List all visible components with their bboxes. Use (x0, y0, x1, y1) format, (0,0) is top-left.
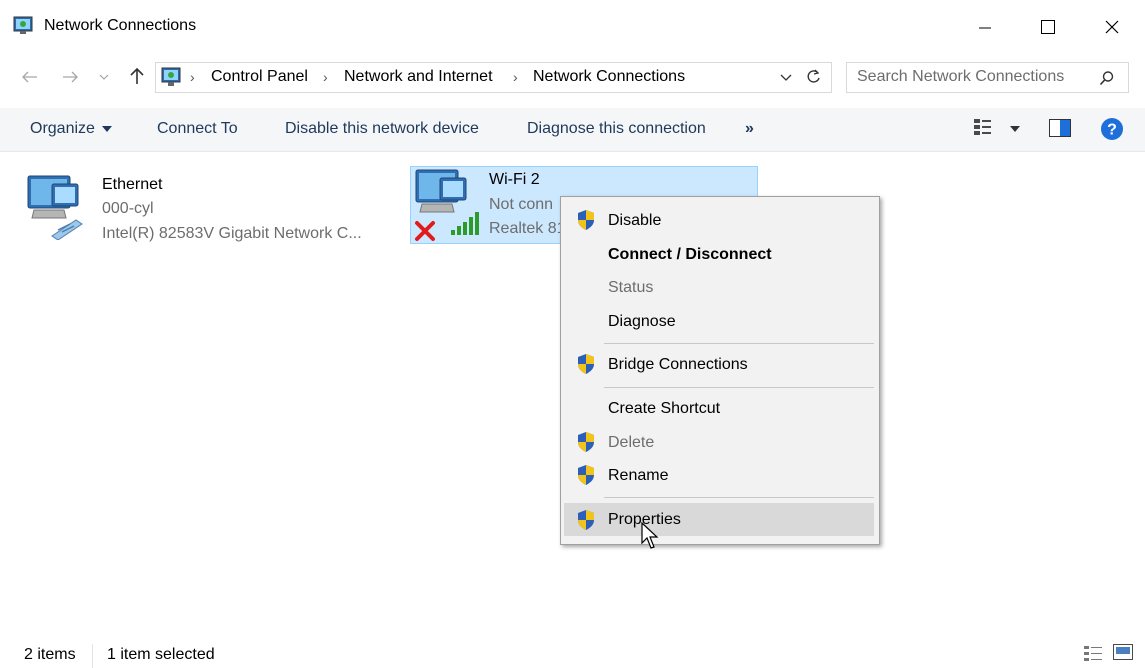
mouse-cursor-icon (641, 522, 659, 549)
forward-arrow-icon[interactable] (62, 70, 80, 84)
change-view-icon[interactable] (973, 118, 993, 138)
large-icons-view-icon[interactable] (1113, 644, 1133, 661)
menu-separator (604, 343, 874, 344)
diagnose-connection-button[interactable]: Diagnose this connection (527, 120, 706, 138)
close-icon (1105, 20, 1119, 34)
uac-shield-icon (578, 510, 594, 530)
menu-item-label: Delete (608, 434, 655, 451)
ethernet-adapter-icon (27, 175, 83, 240)
connection-name: Ethernet (102, 176, 163, 193)
view-dropdown-icon[interactable] (1010, 126, 1020, 133)
uac-shield-icon (578, 432, 594, 452)
uac-shield-icon (578, 465, 594, 485)
breadcrumb-network-and-internet[interactable]: Network and Internet (344, 68, 493, 86)
breadcrumb-separator: › (190, 69, 195, 85)
breadcrumb-separator: › (513, 69, 518, 85)
connection-name: Wi-Fi 2 (489, 171, 540, 188)
dropdown-chevron-icon[interactable] (780, 73, 792, 82)
menu-separator (604, 387, 874, 388)
organize-dropdown-icon[interactable] (102, 126, 112, 133)
disable-device-button[interactable]: Disable this network device (285, 120, 479, 138)
maximize-icon (1041, 20, 1055, 34)
menu-item-label: Status (608, 279, 654, 296)
organize-button[interactable]: Organize (30, 120, 95, 138)
minimize-icon (979, 27, 991, 29)
recent-dropdown-icon[interactable] (99, 73, 109, 81)
disconnected-x-icon (415, 221, 435, 241)
status-selection: 1 item selected (107, 646, 215, 663)
refresh-icon[interactable] (806, 68, 822, 86)
menu-item-label: Rename (608, 467, 669, 484)
back-arrow-icon[interactable] (20, 70, 38, 84)
connection-device: Realtek 81 (489, 220, 566, 237)
preview-pane-icon[interactable] (1049, 119, 1071, 137)
network-connections-window: Network Connections › Control Panel › Ne… (0, 0, 1145, 668)
close-button[interactable] (1089, 10, 1135, 44)
connect-to-button[interactable]: Connect To (157, 120, 238, 138)
more-commands-button[interactable]: » (745, 120, 754, 138)
minimize-button[interactable] (962, 10, 1008, 44)
menu-separator (604, 497, 874, 498)
network-connections-icon (13, 16, 33, 34)
breadcrumb-network-connections[interactable]: Network Connections (533, 68, 685, 86)
status-item-count: 2 items (24, 646, 76, 663)
signal-bars-icon (451, 212, 479, 235)
uac-shield-icon (578, 354, 594, 374)
maximize-button[interactable] (1025, 10, 1071, 44)
search-icon[interactable] (1099, 70, 1115, 86)
up-arrow-icon[interactable] (129, 67, 145, 85)
breadcrumb-separator: › (323, 69, 328, 85)
help-icon[interactable]: ? (1100, 117, 1124, 141)
breadcrumb-control-panel[interactable]: Control Panel (211, 68, 308, 86)
window-title: Network Connections (44, 17, 197, 34)
status-separator (92, 644, 93, 668)
menu-item-label: Bridge Connections (608, 356, 748, 373)
menu-item-label: Connect / Disconnect (608, 246, 772, 263)
menu-item-label: Disable (608, 212, 662, 229)
svg-text:?: ? (1107, 122, 1117, 139)
connection-device: Intel(R) 82583V Gigabit Network C... (102, 225, 362, 242)
details-view-icon[interactable] (1083, 645, 1103, 662)
connection-status: Not conn (489, 196, 554, 213)
connection-status: 000-cyl (102, 200, 154, 217)
menu-item-label: Diagnose (608, 313, 676, 330)
menu-item-label: Create Shortcut (608, 400, 721, 417)
search-placeholder: Search Network Connections (857, 68, 1065, 85)
control-panel-icon (161, 67, 181, 86)
uac-shield-icon (578, 210, 594, 230)
